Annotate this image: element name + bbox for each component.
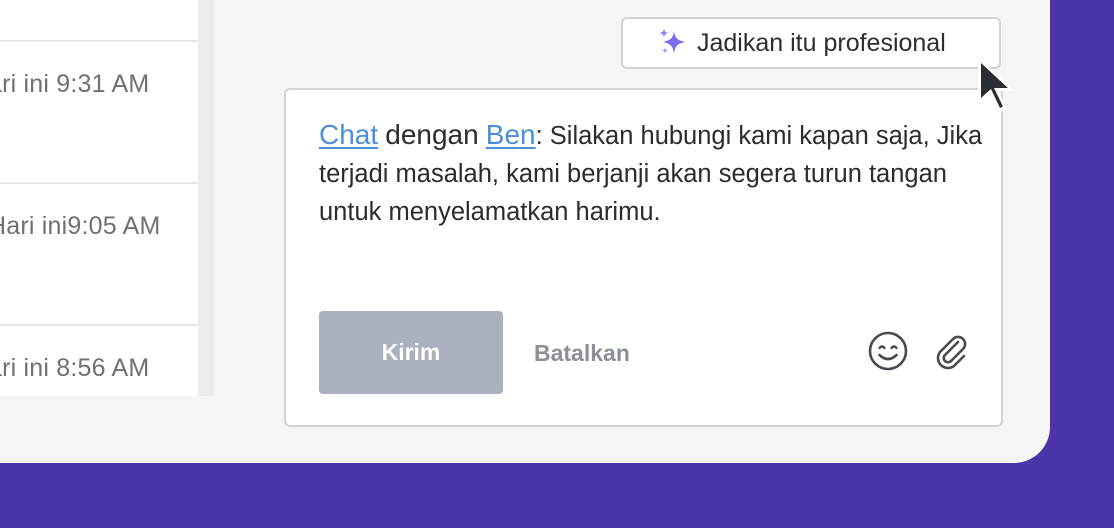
list-footer-area <box>0 396 214 463</box>
emoji-icon[interactable] <box>867 330 909 372</box>
list-item-time: Hari ini9:05 AM <box>0 212 161 240</box>
list-item-time: ari ini 9:31 AM <box>0 70 150 98</box>
list-item-time: ari ini 8:56 AM <box>0 354 150 382</box>
send-button[interactable]: Kirim <box>319 311 503 394</box>
message-text-area[interactable]: Chat dengan Ben: Silakan hubungi kami ka… <box>319 116 989 231</box>
message-composer[interactable]: Chat dengan Ben: Silakan hubungi kami ka… <box>284 88 1003 427</box>
scrollbar-track[interactable] <box>198 0 214 398</box>
make-professional-button[interactable]: Jadikan itu profesional <box>621 17 1001 69</box>
sparkle-icon <box>659 28 685 54</box>
list-item[interactable]: ari ini 9:31 AM <box>0 40 198 182</box>
chat-card: ari ini 9:31 AM Hari ini9:05 AM ari ini … <box>0 0 1050 463</box>
conversation-list: ari ini 9:31 AM Hari ini9:05 AM ari ini … <box>0 0 198 463</box>
chat-link[interactable]: Chat <box>319 119 378 150</box>
message-colon: : <box>535 122 543 150</box>
message-connector-word: dengan <box>385 119 479 150</box>
list-item[interactable]: Hari ini9:05 AM <box>0 182 198 324</box>
mouse-cursor-icon <box>978 57 1014 113</box>
make-professional-label: Jadikan itu profesional <box>697 28 946 57</box>
agent-link[interactable]: Ben <box>486 119 536 150</box>
paperclip-icon[interactable] <box>931 330 971 372</box>
cancel-button[interactable]: Batalkan <box>534 333 630 373</box>
app-window: ari ini 9:31 AM Hari ini9:05 AM ari ini … <box>0 0 1114 528</box>
